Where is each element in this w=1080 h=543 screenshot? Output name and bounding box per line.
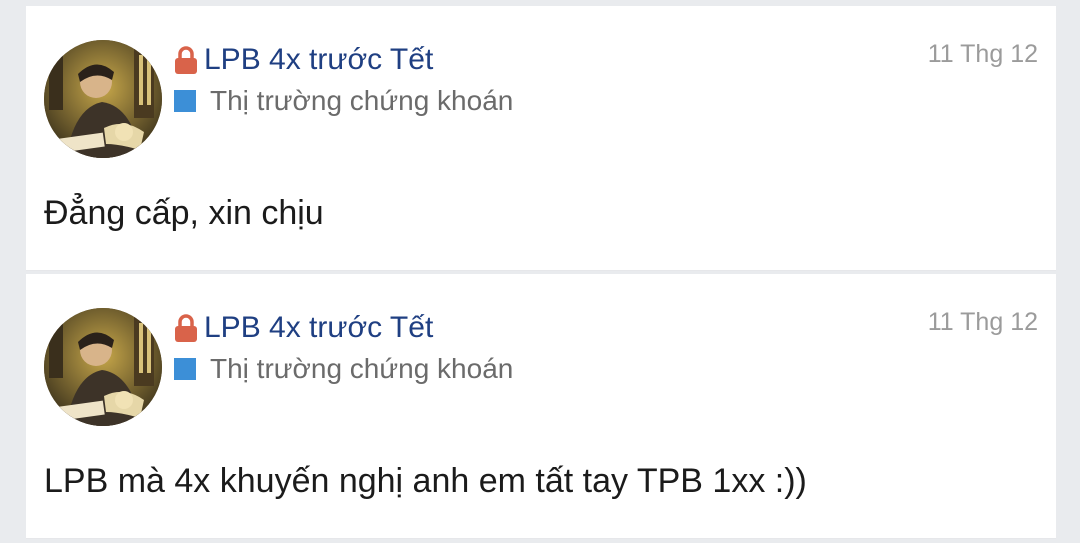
- post-card[interactable]: LPB 4x trước Tết Thị trường chứng khoán …: [26, 274, 1056, 539]
- post-card[interactable]: LPB 4x trước Tết Thị trường chứng khoán …: [26, 6, 1056, 271]
- post-date: 11 Thg 12: [927, 40, 1038, 68]
- category-square-icon: [174, 90, 196, 112]
- category-label[interactable]: Thị trường chứng khoán: [210, 85, 513, 117]
- post-category[interactable]: Thị trường chứng khoán: [174, 84, 513, 118]
- post-title[interactable]: LPB 4x trước Tết: [204, 42, 433, 78]
- lock-icon: [174, 313, 198, 343]
- post-date: 11 Thg 12: [927, 308, 1038, 336]
- avatar[interactable]: [44, 40, 162, 158]
- category-square-icon: [174, 358, 196, 380]
- post-feed: LPB 4x trước Tết Thị trường chứng khoán …: [26, 6, 1056, 542]
- post-title-row[interactable]: LPB 4x trước Tết: [174, 310, 433, 346]
- post-body: Đẳng cấp, xin chịu: [44, 194, 324, 232]
- post-title[interactable]: LPB 4x trước Tết: [204, 310, 433, 346]
- avatar[interactable]: [44, 308, 162, 426]
- category-label[interactable]: Thị trường chứng khoán: [210, 353, 513, 385]
- lock-icon: [174, 45, 198, 75]
- post-category[interactable]: Thị trường chứng khoán: [174, 352, 513, 386]
- post-body: LPB mà 4x khuyến nghị anh em tất tay TPB…: [44, 462, 807, 500]
- post-title-row[interactable]: LPB 4x trước Tết: [174, 42, 433, 78]
